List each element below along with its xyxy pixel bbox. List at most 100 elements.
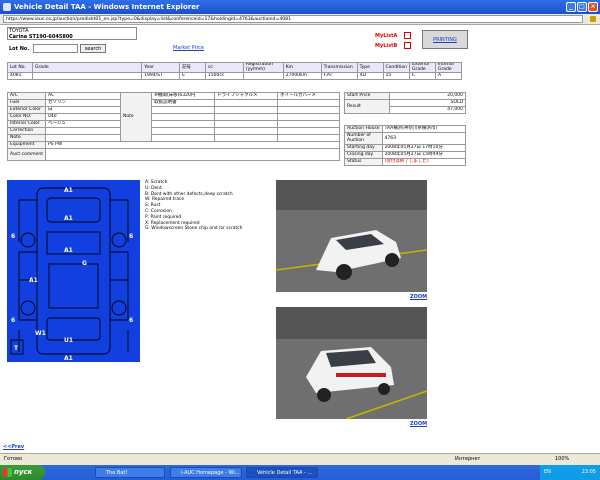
- auction-row: Closing day 2008年05月27日 15時49分: [344, 151, 467, 159]
- status-bar: Готово Интернет 100%: [0, 453, 600, 465]
- spec-row: Exterior Color 白: [7, 106, 340, 114]
- auction-value: TAA横浜(神奈川県横浜市): [381, 125, 467, 133]
- cell-km: 27000km: [282, 72, 322, 80]
- lock-icon[interactable]: [590, 16, 596, 22]
- mark-a1-hood: A1: [64, 215, 73, 222]
- auction-row: Number of Auction 4763: [344, 132, 467, 145]
- mylist-b-checkbox[interactable]: [404, 42, 411, 49]
- mark-t: T: [14, 345, 19, 352]
- mark-u1: U1: [64, 337, 73, 344]
- note-label: Note: [120, 92, 153, 142]
- col-exterior-grade: Exterior Grade: [408, 62, 436, 73]
- spec-value: ガソリン: [44, 99, 122, 107]
- car-front-photo[interactable]: [275, 180, 428, 292]
- zoom-link-rear[interactable]: ZOOM: [410, 421, 427, 427]
- note-text: ドライブシャクルメ: [214, 92, 279, 100]
- cell-registration: [242, 72, 284, 80]
- spec-value: [44, 134, 122, 142]
- auction-label: Closing day: [344, 151, 383, 159]
- cell-cc: 1500cc: [204, 72, 244, 80]
- lot-table: Lot No. Grade Year 記号 cc Registration (y…: [7, 62, 463, 80]
- start-label: пуск: [14, 468, 33, 476]
- cell-interior-grade: A: [434, 72, 463, 80]
- printing-button[interactable]: PRINTING: [422, 30, 468, 49]
- vehicle-title-box: TOYOTA Carina ST190-6045800: [7, 27, 137, 40]
- clock[interactable]: 23:05: [582, 469, 596, 475]
- maximize-button[interactable]: □: [577, 2, 587, 12]
- task-the-bat[interactable]: The Bat!: [95, 467, 165, 478]
- cell-kigo: E: [179, 72, 206, 80]
- mylist-a-label: MyListA: [375, 33, 398, 39]
- col-cc: cc: [204, 62, 244, 73]
- spec-label: Exterior Color: [7, 106, 46, 114]
- prev-link[interactable]: <<Prev: [3, 444, 24, 450]
- legend-line: G: Windowscreen Stone chip and /or scrat…: [145, 226, 243, 232]
- spec-row: Color NO. 040: [7, 113, 340, 121]
- lot-table-row: 4081 1994/ST E 1500cc 27000km F.AT 4D 15…: [7, 72, 463, 80]
- car-rear-image: [276, 307, 428, 420]
- note-text: 取扱説明書: [151, 99, 216, 107]
- cell-grade: [31, 72, 143, 80]
- mark-6-fl: 6: [11, 233, 15, 240]
- search-button[interactable]: search: [80, 44, 106, 53]
- taskbar: пуск The Bat! i-AUC Homepage - Wi... Veh…: [0, 465, 600, 480]
- spec-label: Equipment: [7, 141, 46, 149]
- url-field[interactable]: https://www.iauc.co.jp/auction/prediskt0…: [3, 15, 583, 23]
- vehicle-model: Carina ST190-6045800: [9, 34, 73, 40]
- col-transmission: Transmission: [320, 62, 358, 73]
- mark-w1: W1: [35, 330, 46, 337]
- minimize-button[interactable]: _: [566, 2, 576, 12]
- task-vehicle-detail[interactable]: Vehicle Detail TAA - ...: [246, 467, 318, 478]
- auction-row: Starting day 2008年05月27日 17時10分: [344, 144, 467, 152]
- zoom-level[interactable]: 100%: [555, 454, 569, 465]
- col-lot: Lot No.: [7, 62, 33, 73]
- spec-value: 白: [44, 106, 122, 114]
- spec-value: [44, 148, 341, 161]
- mylist-b-label: MyListB: [375, 43, 398, 49]
- windows-flag-icon: [3, 468, 12, 477]
- auction-label: Number of Auction: [344, 132, 383, 145]
- mark-6-rl: 6: [11, 317, 15, 324]
- result-label: Result: [344, 99, 390, 114]
- col-grade: Grade: [31, 62, 143, 73]
- mark-a1-roof: A1: [64, 247, 73, 254]
- start-button[interactable]: пуск: [0, 465, 45, 480]
- mark-a1-front: A1: [64, 187, 73, 194]
- spec-row: Fuel ガソリン 取扱説明書: [7, 99, 340, 107]
- task-iauc-homepage[interactable]: i-AUC Homepage - Wi...: [170, 467, 242, 478]
- lot-table-header: Lot No. Grade Year 記号 cc Registration (y…: [7, 62, 463, 73]
- market-price-link[interactable]: Market Price: [173, 45, 204, 51]
- spec-row: A/C AC Note ※機関(床移)6320円 ドライブシャクルメ ホイールカ…: [7, 92, 340, 142]
- price-row: Start Price 20,000: [344, 92, 466, 100]
- spec-value: [44, 127, 122, 135]
- spec-label: Color NO.: [7, 113, 46, 121]
- cell-transmission: F.AT: [320, 72, 358, 80]
- language-indicator[interactable]: EN: [544, 465, 551, 480]
- spec-label: Auct comment: [7, 148, 46, 161]
- spec-value: ベージュ: [44, 120, 122, 128]
- result-price: 47,000: [389, 106, 466, 114]
- zone-text: Интернет: [455, 456, 481, 462]
- status-text: Готово: [4, 456, 23, 462]
- car-rear-photo[interactable]: [276, 307, 428, 420]
- lot-input[interactable]: [33, 44, 78, 53]
- spec-row: Correction: [7, 127, 340, 135]
- lot-label: Lot No.: [9, 46, 30, 52]
- spec-label: A/C: [7, 92, 46, 100]
- cell-type: 4D: [356, 72, 384, 80]
- col-registration: Registration (yy/mm): [242, 62, 284, 73]
- start-price-value: 20,000: [389, 92, 466, 100]
- car-front-image: [275, 180, 428, 292]
- close-button[interactable]: ×: [588, 2, 598, 12]
- mylist-a-checkbox[interactable]: [404, 32, 411, 39]
- cell-exterior-grade: C: [408, 72, 436, 80]
- mark-6-rr: 6: [129, 317, 133, 324]
- auction-status-value: (受付は終了しました): [381, 158, 467, 166]
- spec-row: Auct comment: [7, 148, 341, 161]
- auction-table: Auction House TAA横浜(神奈川県横浜市) Number of A…: [344, 125, 467, 166]
- price-row: Result SOLD: [344, 99, 466, 114]
- cell-year: 1994/ST: [141, 72, 181, 80]
- auction-label: Status: [344, 158, 383, 166]
- col-year: Year: [141, 62, 181, 73]
- zoom-link-front[interactable]: ZOOM: [410, 294, 427, 300]
